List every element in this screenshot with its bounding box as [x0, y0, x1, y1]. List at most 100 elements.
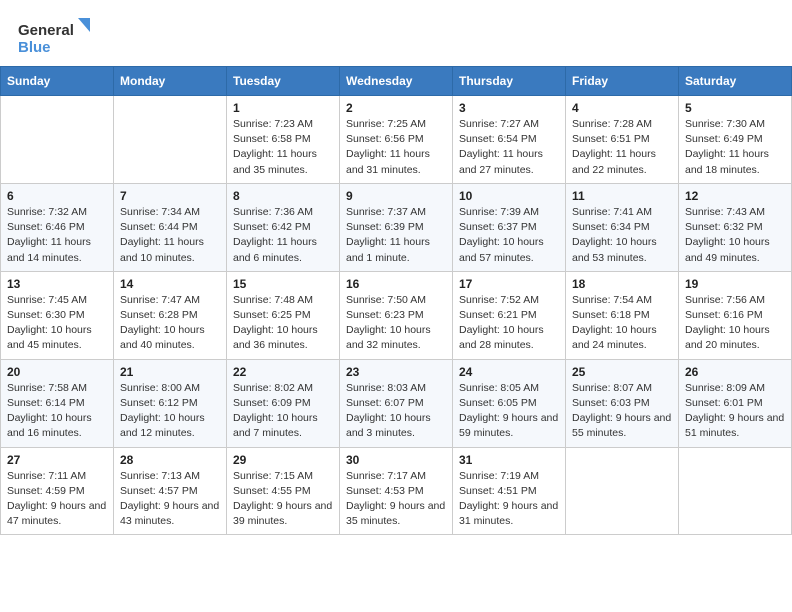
day-cell: 1 Sunrise: 7:23 AM Sunset: 6:58 PM Daylig… [227, 96, 340, 184]
day-number: 14 [120, 277, 220, 291]
day-cell: 16Sunrise: 7:50 AM Sunset: 6:23 PM Dayli… [340, 271, 453, 359]
day-cell: 24 Sunrise: 8:05 AM Sunset: 6:05 PM Dayli… [453, 359, 566, 447]
day-cell: 30Sunrise: 7:17 AM Sunset: 4:53 PM Dayli… [340, 447, 453, 535]
day-info: Sunrise: 7:48 AM Sunset: 6:25 PM Dayligh… [233, 293, 333, 354]
day-cell: 27 Sunrise: 7:11 AM Sunset: 4:59 PM Dayli… [1, 447, 114, 535]
day-cell: 15 Sunrise: 7:48 AM Sunset: 6:25 PM Dayli… [227, 271, 340, 359]
day-cell: 18Sunrise: 7:54 AM Sunset: 6:18 PM Dayli… [566, 271, 679, 359]
day-cell: 2 Sunrise: 7:25 AM Sunset: 6:56 PM Daylig… [340, 96, 453, 184]
day-number: 1 [233, 101, 333, 115]
day-cell: 11 Sunrise: 7:41 AM Sunset: 6:34 PM Dayli… [566, 183, 679, 271]
week-row-1: 1 Sunrise: 7:23 AM Sunset: 6:58 PM Daylig… [1, 96, 792, 184]
day-info: Sunrise: 7:36 AM Sunset: 6:42 PM Dayligh… [233, 205, 333, 266]
day-cell: 13 Sunrise: 7:45 AM Sunset: 6:30 PM Dayli… [1, 271, 114, 359]
header-day-monday: Monday [114, 67, 227, 96]
week-row-3: 13 Sunrise: 7:45 AM Sunset: 6:30 PM Dayli… [1, 271, 792, 359]
day-number: 8 [233, 189, 333, 203]
logo-icon: General Blue [18, 18, 90, 56]
day-number: 25 [572, 365, 672, 379]
day-info: Sunrise: 7:27 AM Sunset: 6:54 PM Dayligh… [459, 117, 559, 178]
day-number: 5 [685, 101, 785, 115]
day-cell [1, 96, 114, 184]
day-cell: 25 Sunrise: 8:07 AM Sunset: 6:03 PM Dayli… [566, 359, 679, 447]
day-info: Sunrise: 7:47 AM Sunset: 6:28 PM Dayligh… [120, 293, 220, 354]
day-number: 7 [120, 189, 220, 203]
day-number: 22 [233, 365, 333, 379]
day-cell [566, 447, 679, 535]
day-cell: 7Sunrise: 7:34 AM Sunset: 6:44 PM Daylig… [114, 183, 227, 271]
day-cell: 4 Sunrise: 7:28 AM Sunset: 6:51 PM Daylig… [566, 96, 679, 184]
day-cell: 21 Sunrise: 8:00 AM Sunset: 6:12 PM Dayli… [114, 359, 227, 447]
day-info: Sunrise: 7:23 AM Sunset: 6:58 PM Dayligh… [233, 117, 333, 178]
day-number: 26 [685, 365, 785, 379]
day-cell: 8 Sunrise: 7:36 AM Sunset: 6:42 PM Daylig… [227, 183, 340, 271]
page: General Blue SundayMondayTuesdayWednesda… [0, 0, 792, 612]
day-number: 31 [459, 453, 559, 467]
day-info: Sunrise: 7:58 AM Sunset: 6:14 PM Dayligh… [7, 381, 107, 442]
day-number: 4 [572, 101, 672, 115]
day-info: Sunrise: 7:11 AM Sunset: 4:59 PM Dayligh… [7, 469, 107, 530]
day-info: Sunrise: 7:39 AM Sunset: 6:37 PM Dayligh… [459, 205, 559, 266]
svg-text:General: General [18, 22, 74, 39]
day-number: 20 [7, 365, 107, 379]
header-day-saturday: Saturday [679, 67, 792, 96]
day-info: Sunrise: 7:56 AM Sunset: 6:16 PM Dayligh… [685, 293, 785, 354]
day-cell: 29Sunrise: 7:15 AM Sunset: 4:55 PM Dayli… [227, 447, 340, 535]
day-info: Sunrise: 7:43 AM Sunset: 6:32 PM Dayligh… [685, 205, 785, 266]
day-number: 13 [7, 277, 107, 291]
day-number: 12 [685, 189, 785, 203]
day-number: 2 [346, 101, 446, 115]
day-info: Sunrise: 7:52 AM Sunset: 6:21 PM Dayligh… [459, 293, 559, 354]
day-cell: 12 Sunrise: 7:43 AM Sunset: 6:32 PM Dayli… [679, 183, 792, 271]
logo: General Blue [18, 18, 90, 56]
day-number: 21 [120, 365, 220, 379]
day-cell: 14 Sunrise: 7:47 AM Sunset: 6:28 PM Dayli… [114, 271, 227, 359]
day-number: 30 [346, 453, 446, 467]
day-number: 15 [233, 277, 333, 291]
day-info: Sunrise: 8:02 AM Sunset: 6:09 PM Dayligh… [233, 381, 333, 442]
header-day-sunday: Sunday [1, 67, 114, 96]
day-cell: 22 Sunrise: 8:02 AM Sunset: 6:09 PM Dayli… [227, 359, 340, 447]
header-row: SundayMondayTuesdayWednesdayThursdayFrid… [1, 67, 792, 96]
day-cell: 3Sunrise: 7:27 AM Sunset: 6:54 PM Daylig… [453, 96, 566, 184]
day-number: 24 [459, 365, 559, 379]
day-info: Sunrise: 8:05 AM Sunset: 6:05 PM Dayligh… [459, 381, 559, 442]
week-row-5: 27 Sunrise: 7:11 AM Sunset: 4:59 PM Dayli… [1, 447, 792, 535]
day-info: Sunrise: 7:54 AM Sunset: 6:18 PM Dayligh… [572, 293, 672, 354]
day-info: Sunrise: 7:13 AM Sunset: 4:57 PM Dayligh… [120, 469, 220, 530]
day-cell: 6Sunrise: 7:32 AM Sunset: 6:46 PM Daylig… [1, 183, 114, 271]
day-cell: 28 Sunrise: 7:13 AM Sunset: 4:57 PM Dayli… [114, 447, 227, 535]
day-info: Sunrise: 7:28 AM Sunset: 6:51 PM Dayligh… [572, 117, 672, 178]
day-number: 11 [572, 189, 672, 203]
day-number: 29 [233, 453, 333, 467]
day-number: 28 [120, 453, 220, 467]
day-cell: 31Sunrise: 7:19 AM Sunset: 4:51 PM Dayli… [453, 447, 566, 535]
day-info: Sunrise: 7:41 AM Sunset: 6:34 PM Dayligh… [572, 205, 672, 266]
calendar-body: 1 Sunrise: 7:23 AM Sunset: 6:58 PM Daylig… [1, 96, 792, 535]
day-number: 6 [7, 189, 107, 203]
header-day-wednesday: Wednesday [340, 67, 453, 96]
day-cell: 10 Sunrise: 7:39 AM Sunset: 6:37 PM Dayli… [453, 183, 566, 271]
day-info: Sunrise: 7:25 AM Sunset: 6:56 PM Dayligh… [346, 117, 446, 178]
day-info: Sunrise: 8:00 AM Sunset: 6:12 PM Dayligh… [120, 381, 220, 442]
week-row-4: 20 Sunrise: 7:58 AM Sunset: 6:14 PM Dayli… [1, 359, 792, 447]
day-cell: 9Sunrise: 7:37 AM Sunset: 6:39 PM Daylig… [340, 183, 453, 271]
day-number: 9 [346, 189, 446, 203]
day-cell [679, 447, 792, 535]
day-cell: 19Sunrise: 7:56 AM Sunset: 6:16 PM Dayli… [679, 271, 792, 359]
day-number: 10 [459, 189, 559, 203]
day-number: 27 [7, 453, 107, 467]
day-cell: 26Sunrise: 8:09 AM Sunset: 6:01 PM Dayli… [679, 359, 792, 447]
day-cell: 20 Sunrise: 7:58 AM Sunset: 6:14 PM Dayli… [1, 359, 114, 447]
day-info: Sunrise: 7:30 AM Sunset: 6:49 PM Dayligh… [685, 117, 785, 178]
day-info: Sunrise: 7:45 AM Sunset: 6:30 PM Dayligh… [7, 293, 107, 354]
day-cell: 23Sunrise: 8:03 AM Sunset: 6:07 PM Dayli… [340, 359, 453, 447]
day-number: 23 [346, 365, 446, 379]
day-number: 17 [459, 277, 559, 291]
header: General Blue [0, 0, 792, 66]
calendar-table: SundayMondayTuesdayWednesdayThursdayFrid… [0, 66, 792, 535]
day-cell [114, 96, 227, 184]
calendar-header: SundayMondayTuesdayWednesdayThursdayFrid… [1, 67, 792, 96]
week-row-2: 6Sunrise: 7:32 AM Sunset: 6:46 PM Daylig… [1, 183, 792, 271]
day-info: Sunrise: 8:07 AM Sunset: 6:03 PM Dayligh… [572, 381, 672, 442]
